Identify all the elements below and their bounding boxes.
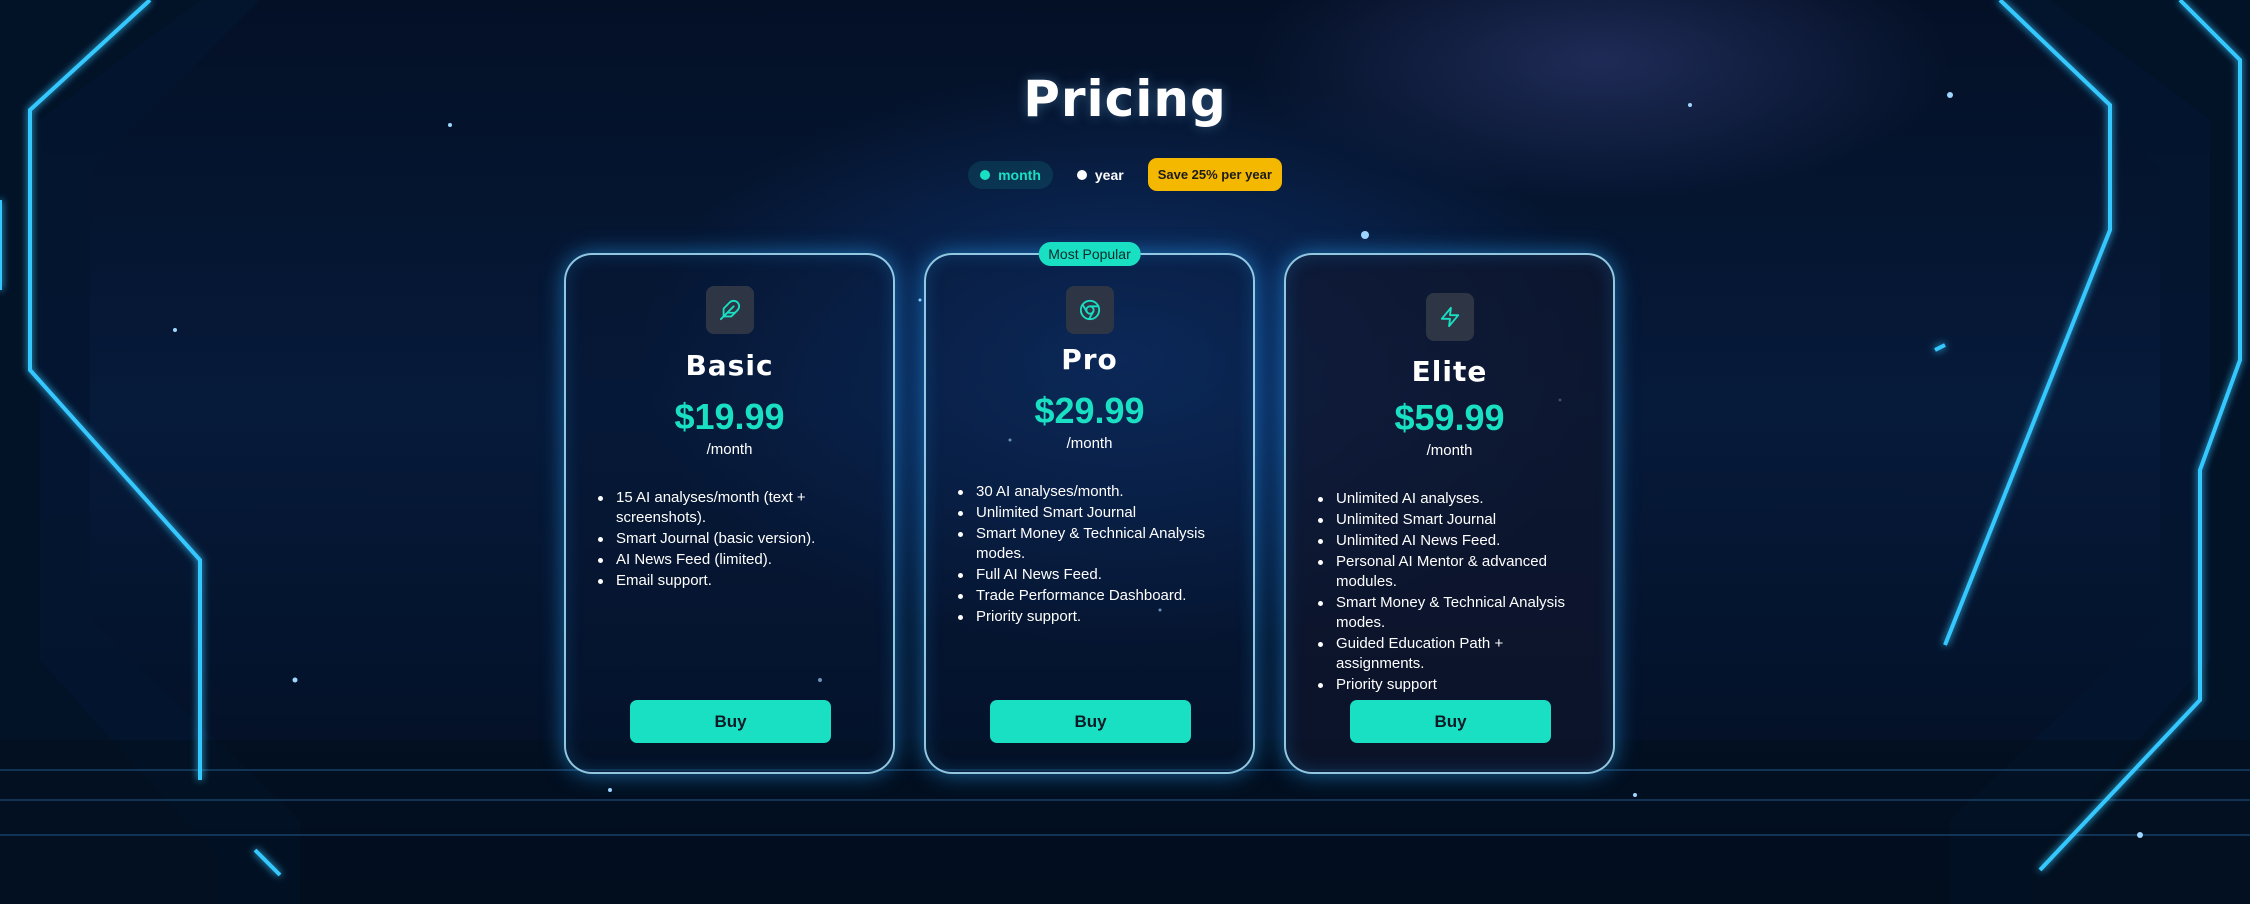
billing-option-month-label: month [998,166,1041,183]
feature-item: Smart Money & Technical Analysis modes. [1316,593,1583,633]
plan-card-basic: Basic $19.99 /month 15 AI analyses/month… [564,253,895,774]
buy-button-basic[interactable]: Buy [630,700,831,743]
feature-item: Unlimited Smart Journal [956,503,1223,523]
feature-item: Personal AI Mentor & advanced modules. [1316,552,1583,592]
feature-item: Trade Performance Dashboard. [956,586,1223,606]
feature-item: Unlimited AI News Feed. [1316,531,1583,551]
feature-item: Smart Money & Technical Analysis modes. [956,524,1223,564]
save-badge: Save 25% per year [1147,158,1282,191]
feature-item: 15 AI analyses/month (text + screenshots… [596,488,863,528]
plan-price: $19.99 [674,396,785,437]
plan-period: /month [1426,442,1473,459]
feature-item: Full AI News Feed. [956,565,1223,585]
plan-icon-box [1065,286,1114,334]
feature-item: Priority support. [956,607,1223,627]
feature-item: Unlimited AI analyses. [1316,489,1583,509]
feature-list: 30 AI analyses/month. Unlimited Smart Jo… [956,482,1223,628]
feature-item: AI News Feed (limited). [596,550,863,570]
plan-name: Elite [1411,355,1488,388]
billing-option-year-label: year [1094,166,1124,183]
page-title: Pricing [1023,70,1227,128]
buy-button-pro[interactable]: Buy [990,700,1191,743]
feature-item: Guided Education Path + assignments. [1316,634,1583,674]
plan-name: Pro [1061,343,1118,376]
billing-option-month[interactable]: month [968,160,1053,189]
feature-item: 30 AI analyses/month. [956,482,1223,502]
plan-name: Basic [685,349,774,382]
feature-item: Smart Journal (basic version). [596,529,863,549]
buy-button-elite[interactable]: Buy [1350,700,1551,743]
feature-list: Unlimited AI analyses. Unlimited Smart J… [1316,489,1583,696]
plan-card-pro: Most Popular Pro $29.99 /month 30 AI ana… [924,242,1255,774]
feature-item: Priority support [1316,675,1583,695]
radio-dot-icon [980,169,991,180]
lightning-icon [1440,306,1459,328]
plan-card-elite: Elite $59.99 /month Unlimited AI analyse… [1284,253,1615,774]
feature-item: Email support. [596,571,863,591]
radio-dot-icon [1076,169,1087,180]
chrome-icon [1079,299,1100,321]
feature-item: Unlimited Smart Journal [1316,510,1583,530]
feather-icon [719,299,740,321]
most-popular-badge: Most Popular [1038,242,1141,266]
feature-list: 15 AI analyses/month (text + screenshots… [596,488,863,592]
billing-toggle: month year Save 25% per year [0,158,2250,191]
billing-option-year[interactable]: year [1065,161,1136,189]
plan-period: /month [1066,435,1113,452]
plan-period: /month [706,441,753,458]
plan-price: $59.99 [1394,397,1505,438]
plan-price: $29.99 [1034,390,1145,431]
plan-icon-box [1425,293,1474,341]
plan-icon-box [705,286,754,334]
